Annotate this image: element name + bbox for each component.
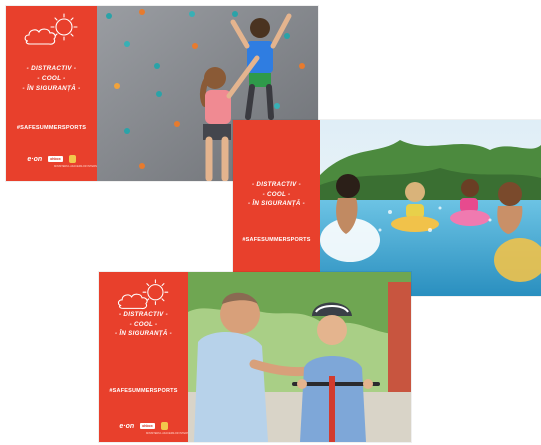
tagline-line: - ÎN SIGURANȚĂ - [114, 330, 173, 338]
ministry-caption: MINISTERUL AFACERILOR INTERNE [54, 165, 99, 168]
eon-logo: e·on [27, 155, 43, 163]
hashtag: #SAFESUMMERSPORTS [242, 237, 311, 243]
tagline-line: - DISTRACTIV - [252, 181, 301, 188]
tagline: - DISTRACTIV - - COOL - - ÎN SIGURANȚĂ - [99, 310, 188, 339]
tagline: - DISTRACTIV - - COOL - - ÎN SIGURANȚĂ - [6, 64, 97, 93]
tagline-line: - DISTRACTIV - [119, 311, 168, 318]
banner-bike: - DISTRACTIV - - COOL - - ÎN SIGURANȚĂ -… [99, 272, 411, 442]
logo-row: e·on ohbox [99, 422, 188, 430]
partner-logo: ohbox [48, 156, 63, 162]
tagline-line: - COOL - [262, 190, 291, 198]
banner-pool: - DISTRACTIV - - COOL - - ÎN SIGURANȚĂ -… [233, 120, 541, 296]
crest-icon [68, 155, 76, 163]
tagline-line: - ÎN SIGURANȚĂ - [22, 84, 81, 92]
tagline-line: - COOL - [129, 320, 158, 328]
sun-cloud-icon [24, 13, 78, 45]
tagline: - DISTRACTIV - - COOL - - ÎN SIGURANȚĂ - [233, 180, 320, 209]
red-panel: - DISTRACTIV - - COOL - - ÎN SIGURANȚĂ -… [99, 272, 191, 442]
logo-row: e·on ohbox [6, 155, 97, 163]
photo-pool [320, 120, 541, 296]
partner-logo: ohbox [140, 423, 155, 429]
tagline-line: - COOL - [37, 74, 66, 82]
red-panel: - DISTRACTIV - - COOL - - ÎN SIGURANȚĂ -… [233, 120, 320, 296]
hashtag: #SAFESUMMERSPORTS [16, 125, 87, 131]
ministry-caption: MINISTERUL AFACERILOR INTERNE [146, 432, 191, 435]
crest-icon [160, 422, 168, 430]
photo-bike [188, 272, 411, 442]
hashtag: #SAFESUMMERSPORTS [109, 388, 178, 394]
tagline-line: - ÎN SIGURANȚĂ - [247, 200, 306, 208]
tagline-line: - DISTRACTIV - [26, 65, 77, 72]
eon-logo: e·on [119, 422, 135, 430]
red-panel: - DISTRACTIV - - COOL - - ÎN SIGURANȚĂ -… [6, 6, 99, 181]
